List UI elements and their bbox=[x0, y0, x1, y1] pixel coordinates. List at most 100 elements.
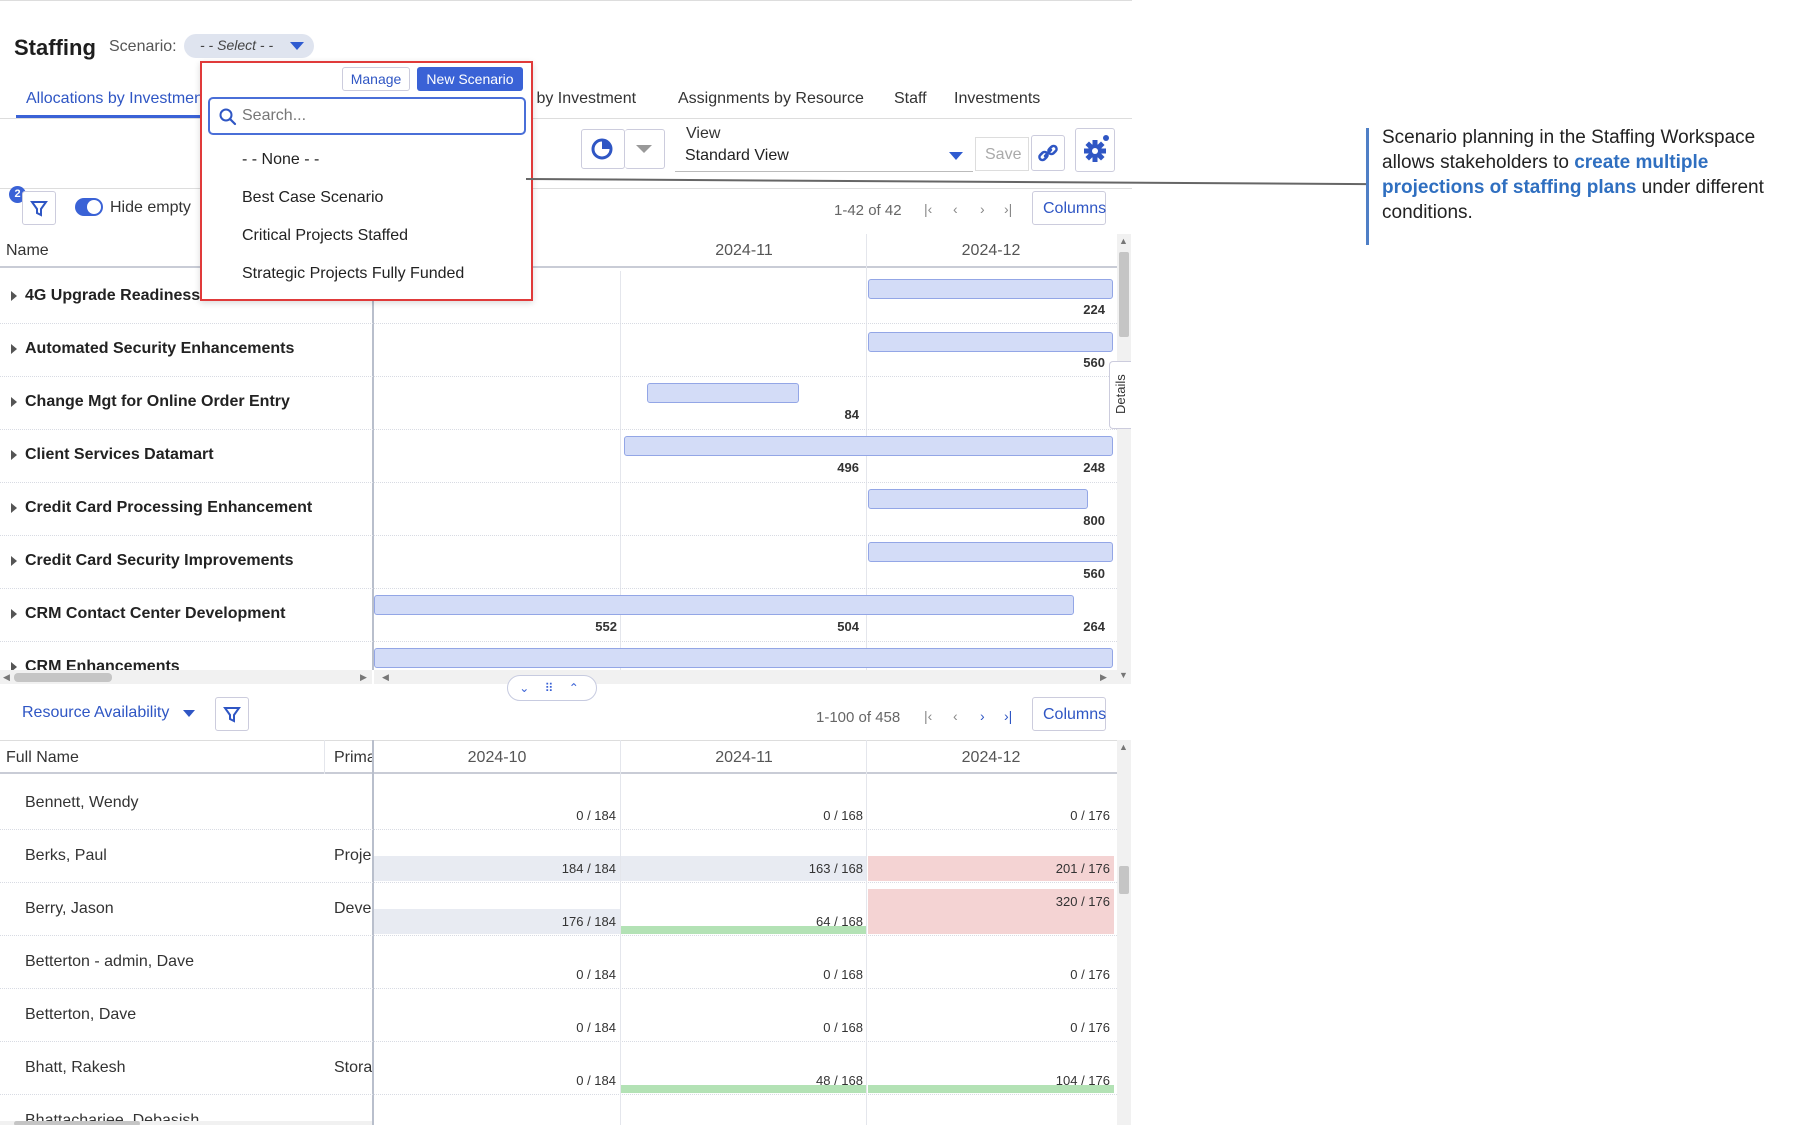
last-page-icon[interactable]: ›| bbox=[1004, 708, 1012, 724]
scrollbar-thumb[interactable] bbox=[1119, 252, 1129, 337]
table-row[interactable]: 4G Upgrade Readiness 224 bbox=[0, 271, 1117, 324]
allocation-bar[interactable] bbox=[374, 595, 1074, 615]
scroll-left-icon[interactable]: ◀ bbox=[382, 672, 389, 683]
filter-button[interactable] bbox=[22, 191, 56, 225]
next-page-icon[interactable]: › bbox=[980, 708, 985, 724]
availability-cell[interactable] bbox=[621, 1121, 867, 1124]
table-row[interactable]: Automated Security Enhancements 560 bbox=[0, 324, 1117, 377]
availability-cell[interactable]: 0 / 184 bbox=[374, 803, 620, 828]
availability-cell[interactable]: 0 / 184 bbox=[374, 1015, 620, 1040]
bottom-left-horizontal-scrollbar[interactable] bbox=[0, 1121, 372, 1125]
tab-assignments-by-investment[interactable]: s by Investment bbox=[524, 90, 636, 108]
scrollbar-thumb[interactable] bbox=[14, 1121, 140, 1125]
tab-assignments-by-resource[interactable]: Assignments by Resource bbox=[678, 90, 864, 108]
chart-button[interactable] bbox=[581, 129, 625, 169]
availability-cell[interactable]: 0 / 168 bbox=[621, 803, 867, 828]
name-column-header[interactable]: Name bbox=[6, 242, 49, 260]
resource-filter-button[interactable] bbox=[215, 697, 249, 731]
expand-icon[interactable] bbox=[11, 609, 17, 619]
availability-cell[interactable]: 0 / 168 bbox=[621, 1015, 867, 1040]
first-page-icon[interactable]: |‹ bbox=[924, 708, 932, 724]
expand-icon[interactable] bbox=[11, 291, 17, 301]
scenario-option-critical-projects[interactable]: Critical Projects Staffed bbox=[242, 227, 408, 245]
scenario-option-strategic-projects[interactable]: Strategic Projects Fully Funded bbox=[242, 265, 464, 283]
link-button[interactable] bbox=[1031, 135, 1065, 171]
availability-cell[interactable]: 0 / 168 bbox=[621, 962, 867, 987]
bottom-vertical-scrollbar[interactable]: ▲ bbox=[1117, 740, 1131, 1125]
table-row[interactable]: Change Mgt for Online Order Entry 84 bbox=[0, 377, 1117, 430]
bottom-columns-button[interactable]: Columns bbox=[1032, 697, 1106, 731]
availability-cell[interactable]: 48 / 168 bbox=[621, 1068, 867, 1093]
allocation-bar[interactable] bbox=[868, 489, 1088, 509]
resource-row[interactable]: Bhattacharjee, Debasish bbox=[0, 1095, 1117, 1124]
scenario-search-box[interactable] bbox=[208, 97, 526, 135]
settings-button[interactable] bbox=[1075, 128, 1115, 172]
resource-row[interactable]: Betterton, Dave 0 / 184 0 / 168 0 / 176 bbox=[0, 989, 1117, 1042]
top-vertical-scrollbar[interactable]: ▲ ▼ bbox=[1117, 234, 1131, 684]
resource-row[interactable]: Bhatt, Rakesh Stora 0 / 184 48 / 168 104 / 1… bbox=[0, 1042, 1117, 1095]
tab-investments[interactable]: Investments bbox=[954, 90, 1040, 108]
resource-row[interactable]: Betterton - admin, Dave 0 / 184 0 / 168 0 /… bbox=[0, 936, 1117, 989]
pane-resize-handle[interactable]: ⌄ ⠿ ⌃ bbox=[507, 675, 597, 701]
table-row[interactable]: Credit Card Security Improvements 560 bbox=[0, 536, 1117, 589]
allocation-bar[interactable] bbox=[868, 332, 1113, 352]
tab-allocations-by-investment[interactable]: Allocations by Investment bbox=[26, 90, 207, 108]
prev-page-icon[interactable]: ‹ bbox=[953, 201, 958, 217]
primary-role-column-header[interactable]: Prima bbox=[334, 749, 372, 767]
resource-availability-title[interactable]: Resource Availability bbox=[22, 704, 169, 722]
table-row[interactable]: CRM Contact Center Development 552 504 2… bbox=[0, 589, 1117, 642]
scenario-search-input[interactable] bbox=[242, 107, 512, 125]
manage-scenarios-button[interactable]: Manage bbox=[342, 67, 410, 91]
availability-cell[interactable] bbox=[868, 1121, 1114, 1124]
availability-cell[interactable] bbox=[374, 1121, 620, 1124]
availability-cell[interactable]: 320 / 176 bbox=[868, 889, 1114, 934]
expand-icon[interactable] bbox=[11, 397, 17, 407]
resource-row[interactable]: Berks, Paul Proje 184 / 184 163 / 168 201 / … bbox=[0, 830, 1117, 883]
scenario-select[interactable]: - - Select - - bbox=[184, 34, 314, 58]
availability-cell[interactable]: 64 / 168 bbox=[621, 909, 867, 934]
scrollbar-thumb[interactable] bbox=[1119, 866, 1129, 894]
availability-cell[interactable]: 201 / 176 bbox=[868, 856, 1114, 881]
scroll-up-icon[interactable]: ▲ bbox=[1119, 236, 1128, 246]
scroll-down-icon[interactable]: ▼ bbox=[1119, 670, 1128, 680]
left-horizontal-scrollbar[interactable]: ◀ ▶ bbox=[0, 670, 372, 684]
resource-row[interactable]: Berry, Jason Devel 176 / 184 64 / 168 320 / … bbox=[0, 883, 1117, 936]
allocation-bar[interactable] bbox=[868, 279, 1113, 299]
hide-empty-toggle[interactable] bbox=[75, 198, 103, 216]
table-row[interactable]: CRM Enhancements bbox=[0, 642, 1117, 670]
availability-cell[interactable]: 0 / 176 bbox=[868, 1015, 1114, 1040]
resource-row[interactable]: Bennett, Wendy 0 / 184 0 / 168 0 / 176 bbox=[0, 777, 1117, 830]
scrollbar-thumb[interactable] bbox=[14, 673, 112, 682]
chart-options-button[interactable] bbox=[625, 129, 665, 169]
expand-icon[interactable] bbox=[11, 344, 17, 354]
scenario-option-best-case[interactable]: Best Case Scenario bbox=[242, 189, 383, 207]
scenario-option-none[interactable]: - - None - - bbox=[242, 151, 319, 169]
view-select[interactable]: Standard View bbox=[675, 138, 973, 172]
availability-cell[interactable]: 176 / 184 bbox=[374, 909, 620, 934]
availability-cell[interactable]: 104 / 176 bbox=[868, 1068, 1114, 1093]
column-divider[interactable] bbox=[324, 740, 325, 774]
prev-page-icon[interactable]: ‹ bbox=[953, 708, 958, 724]
next-page-icon[interactable]: › bbox=[980, 201, 985, 217]
caret-down-icon[interactable] bbox=[183, 710, 195, 717]
allocation-bar[interactable] bbox=[868, 542, 1113, 562]
table-row[interactable]: Credit Card Processing Enhancement 800 bbox=[0, 483, 1117, 536]
expand-icon[interactable] bbox=[11, 662, 17, 670]
scroll-left-icon[interactable]: ◀ bbox=[3, 672, 10, 683]
availability-cell[interactable]: 0 / 184 bbox=[374, 1068, 620, 1093]
availability-cell[interactable]: 184 / 184 bbox=[374, 856, 620, 881]
new-scenario-button[interactable]: New Scenario bbox=[417, 67, 523, 91]
allocation-bar[interactable] bbox=[624, 436, 1113, 456]
availability-cell[interactable]: 0 / 184 bbox=[374, 962, 620, 987]
expand-icon[interactable] bbox=[11, 450, 17, 460]
scroll-up-icon[interactable]: ▲ bbox=[1119, 742, 1128, 752]
full-name-column-header[interactable]: Full Name bbox=[6, 749, 79, 767]
details-panel-tab[interactable]: Details bbox=[1109, 361, 1131, 429]
first-page-icon[interactable]: |‹ bbox=[924, 201, 932, 217]
availability-cell[interactable]: 0 / 176 bbox=[868, 962, 1114, 987]
expand-icon[interactable] bbox=[11, 556, 17, 566]
expand-icon[interactable] bbox=[11, 503, 17, 513]
table-row[interactable]: Client Services Datamart 496 248 bbox=[0, 430, 1117, 483]
availability-cell[interactable]: 163 / 168 bbox=[621, 856, 867, 881]
allocation-bar[interactable] bbox=[374, 648, 1113, 668]
